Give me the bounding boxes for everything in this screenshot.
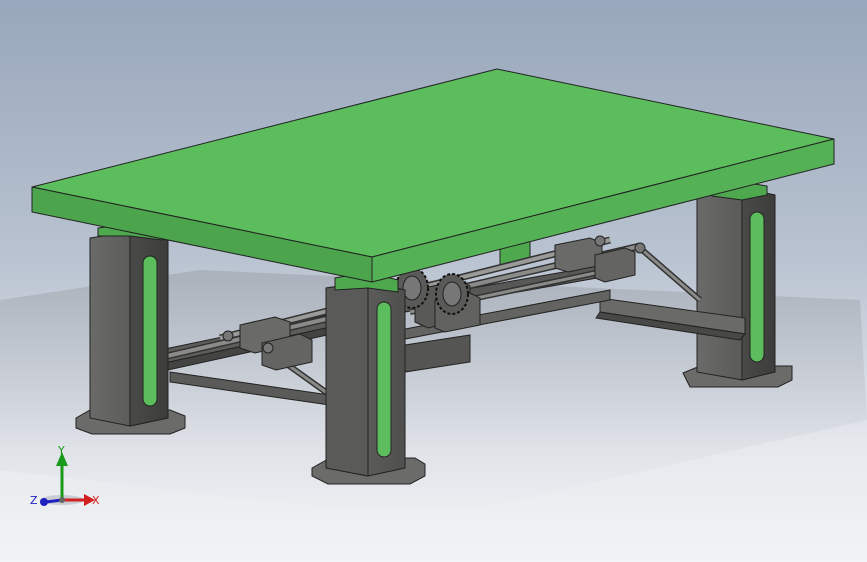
x-axis-label: X — [92, 494, 100, 507]
lifting-table-3d-model[interactable]: Y X Z — [0, 0, 867, 562]
cad-viewport[interactable]: Y X Z — [0, 0, 867, 562]
z-axis-label: Z — [30, 494, 38, 507]
y-axis-label: Y — [57, 444, 65, 457]
